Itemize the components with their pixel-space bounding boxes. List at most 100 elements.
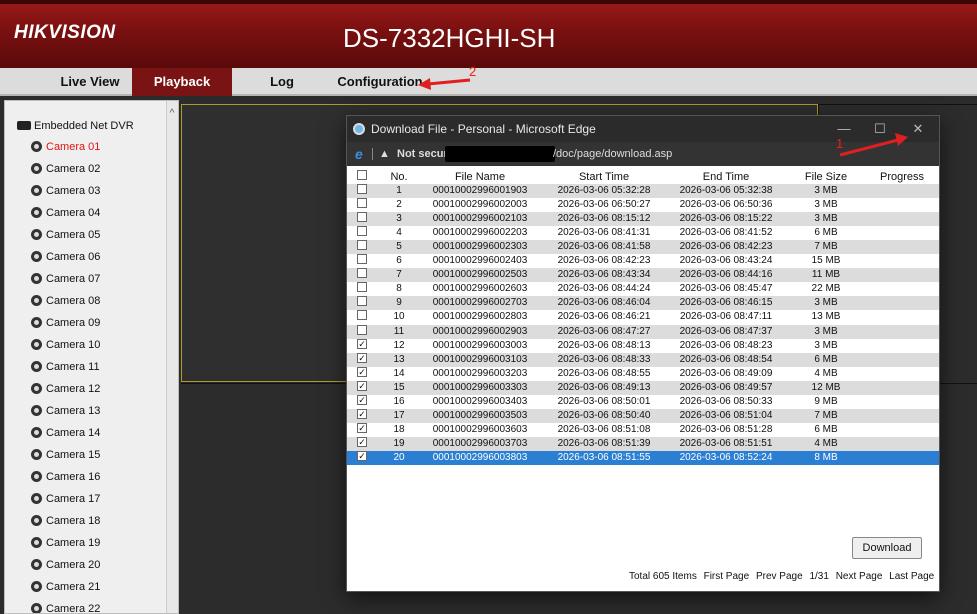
select-all-checkbox[interactable] bbox=[357, 170, 369, 184]
camera-item[interactable]: Camera 06 bbox=[31, 248, 100, 266]
progress bbox=[867, 226, 937, 240]
camera-item[interactable]: Camera 14 bbox=[31, 424, 100, 442]
row-checkbox[interactable]: ✓ bbox=[357, 394, 369, 409]
table-row[interactable]: 1 00010002996001903 2026-03-06 05:32:28 202… bbox=[347, 184, 939, 198]
last-page-link[interactable]: Last Page bbox=[889, 571, 934, 582]
table-row[interactable]: 6 00010002996002403 2026-03-06 08:42:23 202… bbox=[347, 254, 939, 268]
table-row[interactable]: ✓ 18 00010002996003603 2026-03-06 08:51:08 2… bbox=[347, 422, 939, 437]
scroll-up-icon[interactable]: ^ bbox=[167, 109, 177, 119]
window-titlebar[interactable]: Download File - Personal - Microsoft Edg… bbox=[347, 116, 939, 142]
checkbox-icon bbox=[357, 170, 367, 180]
table-row[interactable]: ✓ 12 00010002996003003 2026-03-06 08:48:13 2… bbox=[347, 338, 939, 353]
table-row[interactable]: 5 00010002996002303 2026-03-06 08:41:58 202… bbox=[347, 240, 939, 255]
row-checkbox[interactable]: ✓ bbox=[357, 422, 369, 437]
warning-icon: ▲ bbox=[379, 148, 390, 160]
start-time: 2026-03-06 05:32:28 bbox=[557, 185, 651, 196]
table-row[interactable]: ✓ 14 00010002996003203 2026-03-06 08:48:55 2… bbox=[347, 366, 939, 381]
file-name: 00010002996002403 bbox=[432, 255, 528, 267]
camera-item[interactable]: Camera 02 bbox=[31, 160, 100, 178]
row-checkbox[interactable]: ✓ bbox=[357, 352, 369, 367]
camera-label: Camera 21 bbox=[46, 581, 101, 593]
row-checkbox[interactable] bbox=[357, 268, 369, 282]
next-page-link[interactable]: Next Page bbox=[836, 571, 883, 582]
camera-item[interactable]: Camera 13 bbox=[31, 402, 100, 420]
nav-log[interactable]: Log bbox=[232, 68, 332, 96]
end-time: 2026-03-06 08:51:04 bbox=[679, 409, 773, 421]
table-row[interactable]: 10 00010002996002803 2026-03-06 08:46:21 20… bbox=[347, 310, 939, 324]
row-checkbox[interactable]: ✓ bbox=[357, 366, 369, 381]
row-checkbox[interactable] bbox=[357, 240, 369, 254]
camera-item[interactable]: Camera 16 bbox=[31, 468, 100, 486]
first-page-link[interactable]: First Page bbox=[704, 571, 750, 582]
camera-item[interactable]: Camera 19 bbox=[31, 534, 100, 552]
row-checkbox[interactable]: ✓ bbox=[357, 436, 369, 451]
table-row[interactable]: ✓ 13 00010002996003103 2026-03-06 08:48:33 2… bbox=[347, 352, 939, 367]
row-number: 14 bbox=[393, 367, 405, 379]
camera-item[interactable]: Camera 04 bbox=[31, 204, 100, 222]
maximize-button[interactable]: ☐ bbox=[863, 116, 897, 142]
row-number: 2 bbox=[396, 199, 402, 211]
table-row[interactable]: ✓ 15 00010002996003303 2026-03-06 08:49:13 2… bbox=[347, 380, 939, 395]
table-row[interactable]: 11 00010002996002903 2026-03-06 08:47:27 20… bbox=[347, 324, 939, 339]
camera-item[interactable]: Camera 18 bbox=[31, 512, 100, 530]
row-checkbox[interactable] bbox=[357, 296, 369, 310]
row-checkbox[interactable] bbox=[357, 282, 369, 296]
row-number: 7 bbox=[396, 269, 402, 281]
camera-label: Camera 05 bbox=[46, 229, 101, 241]
nav-live-view[interactable]: Live View bbox=[40, 68, 140, 96]
download-button[interactable]: Download bbox=[852, 537, 922, 559]
camera-item[interactable]: Camera 21 bbox=[31, 578, 100, 596]
table-row[interactable]: 3 00010002996002103 2026-03-06 08:15:12 202… bbox=[347, 212, 939, 227]
file-name: 00010002996002503 bbox=[432, 269, 528, 281]
row-checkbox[interactable] bbox=[357, 198, 369, 212]
camera-item[interactable]: Camera 12 bbox=[31, 380, 100, 398]
table-row[interactable]: ✓ 20 00010002996003803 2026-03-06 08:51:55 2… bbox=[347, 450, 939, 465]
table-row[interactable]: ✓ 17 00010002996003503 2026-03-06 08:50:40 2… bbox=[347, 408, 939, 423]
row-checkbox[interactable] bbox=[357, 324, 369, 339]
camera-item[interactable]: Camera 20 bbox=[31, 556, 100, 574]
table-row[interactable]: ✓ 16 00010002996003403 2026-03-06 08:50:01 2… bbox=[347, 394, 939, 409]
camera-item[interactable]: Camera 01 bbox=[31, 138, 100, 156]
table-row[interactable]: 9 00010002996002703 2026-03-06 08:46:04 202… bbox=[347, 296, 939, 311]
row-checkbox[interactable] bbox=[357, 212, 369, 226]
row-checkbox[interactable] bbox=[357, 254, 369, 268]
camera-item[interactable]: Camera 05 bbox=[31, 226, 100, 244]
camera-label: Camera 11 bbox=[46, 361, 100, 373]
camera-item[interactable]: Camera 22 bbox=[31, 600, 100, 613]
table-row[interactable]: 4 00010002996002203 2026-03-06 08:41:31 202… bbox=[347, 226, 939, 240]
tree-scrollbar[interactable]: ^ bbox=[166, 101, 178, 613]
row-checkbox[interactable] bbox=[357, 226, 369, 240]
file-name: 00010002996002903 bbox=[432, 325, 528, 337]
checkbox-icon bbox=[357, 184, 367, 194]
tree-root-dvr[interactable]: Embedded Net DVR bbox=[17, 120, 134, 132]
table-row[interactable]: ✓ 19 00010002996003703 2026-03-06 08:51:39 2… bbox=[347, 436, 939, 451]
camera-item[interactable]: Camera 07 bbox=[31, 270, 100, 288]
camera-item[interactable]: Camera 03 bbox=[31, 182, 100, 200]
checkbox-icon bbox=[357, 198, 367, 209]
row-checkbox[interactable] bbox=[357, 184, 369, 198]
minimize-button[interactable]: — bbox=[827, 116, 861, 142]
prev-page-link[interactable]: Prev Page bbox=[756, 571, 803, 582]
address-bar[interactable]: e ▲ Not secure /doc/page/download.asp bbox=[347, 142, 939, 166]
close-button[interactable]: ✕ bbox=[901, 116, 935, 142]
camera-label: Camera 20 bbox=[46, 559, 101, 571]
row-checkbox[interactable]: ✓ bbox=[357, 338, 369, 353]
camera-item[interactable]: Camera 11 bbox=[31, 358, 100, 376]
nav-playback[interactable]: Playback bbox=[132, 68, 232, 96]
table-row[interactable]: 7 00010002996002503 2026-03-06 08:43:34 202… bbox=[347, 268, 939, 283]
camera-item[interactable]: Camera 10 bbox=[31, 336, 100, 354]
row-number: 3 bbox=[396, 213, 402, 225]
camera-item[interactable]: Camera 17 bbox=[31, 490, 100, 508]
camera-label: Camera 18 bbox=[46, 515, 101, 527]
camera-item[interactable]: Camera 08 bbox=[31, 292, 100, 310]
table-row[interactable]: 8 00010002996002603 2026-03-06 08:44:24 202… bbox=[347, 282, 939, 296]
table-row[interactable]: 2 00010002996002003 2026-03-06 06:50:27 202… bbox=[347, 198, 939, 212]
row-checkbox[interactable] bbox=[357, 310, 369, 324]
row-checkbox[interactable]: ✓ bbox=[357, 380, 369, 395]
camera-item[interactable]: Camera 15 bbox=[31, 446, 100, 464]
row-checkbox[interactable]: ✓ bbox=[357, 450, 369, 465]
nav-configuration[interactable]: Configuration bbox=[330, 68, 430, 96]
camera-item[interactable]: Camera 09 bbox=[31, 314, 100, 332]
start-time: 2026-03-06 08:43:34 bbox=[557, 269, 651, 281]
row-checkbox[interactable]: ✓ bbox=[357, 408, 369, 423]
